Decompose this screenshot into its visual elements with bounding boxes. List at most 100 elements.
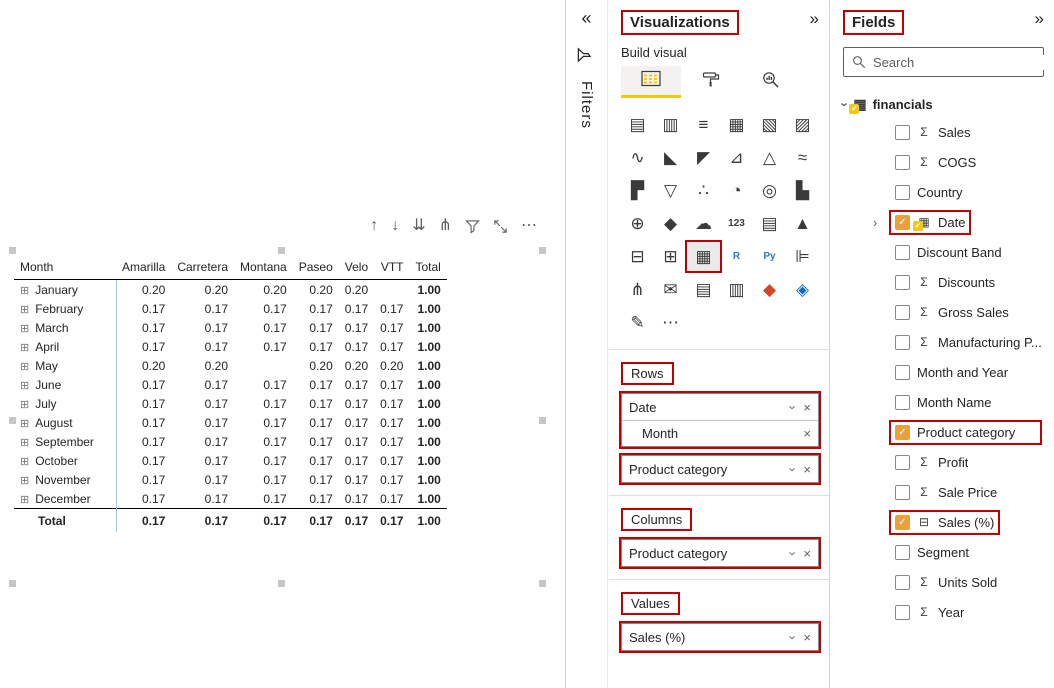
field-item-manufacturing-p[interactable]: Σ Manufacturing P...	[843, 327, 1044, 357]
matrix-column-header[interactable]: Total	[409, 254, 447, 280]
visual-type-paginated-report[interactable]: ▥	[720, 275, 753, 304]
matrix-cell[interactable]: 1.00	[409, 451, 446, 470]
visual-type-stacked-bar-chart[interactable]: ▤	[621, 110, 654, 139]
remove-field-icon[interactable]: ×	[803, 462, 811, 477]
row-expand-icon[interactable]: ⊞	[20, 399, 29, 411]
filter-funnel-icon[interactable]	[577, 47, 597, 63]
matrix-cell[interactable]: 0.17	[234, 451, 293, 470]
matrix-cell[interactable]: 0.17	[339, 432, 374, 451]
matrix-cell[interactable]: 0.20	[234, 280, 293, 300]
matrix-cell[interactable]: 0.17	[339, 470, 374, 489]
matrix-cell[interactable]: 0.17	[116, 337, 171, 356]
matrix-cell[interactable]: 0.17	[293, 299, 339, 318]
resize-handle[interactable]	[539, 417, 546, 424]
matrix-column-header[interactable]: Montana	[234, 254, 293, 280]
visual-type-stacked-area-chart[interactable]: ◤	[687, 143, 720, 172]
matrix-cell[interactable]: 0.17	[374, 299, 409, 318]
resize-handle[interactable]	[277, 247, 285, 254]
resize-handle[interactable]	[277, 580, 285, 587]
row-expand-icon[interactable]: ⊞	[20, 304, 29, 316]
matrix-cell[interactable]: 0.20	[374, 356, 409, 375]
matrix-column-header[interactable]: Velo	[338, 254, 375, 280]
matrix-cell[interactable]: 0.17	[374, 432, 409, 451]
matrix-cell[interactable]: 0.17	[171, 394, 234, 413]
matrix-cell[interactable]: 0.17	[339, 394, 374, 413]
matrix-total-cell[interactable]: 0.17	[292, 508, 339, 532]
visual-type-multi-row-card[interactable]: ▤	[753, 209, 786, 238]
visual-type-matrix[interactable]: ▦	[685, 240, 722, 273]
matrix-cell[interactable]: 0.17	[116, 375, 171, 394]
visual-type-stacked-column-chart[interactable]: ▥	[654, 110, 687, 139]
more-options-icon[interactable]: ⋯	[521, 218, 537, 234]
field-checkbox[interactable]	[895, 574, 910, 590]
remove-field-icon[interactable]: ×	[803, 546, 811, 561]
matrix-cell[interactable]: 0.17	[374, 451, 409, 470]
matrix-total-cell[interactable]: 0.17	[234, 508, 293, 532]
matrix-column-header[interactable]: Month	[14, 254, 116, 280]
matrix-cell[interactable]: 0.17	[234, 432, 293, 451]
field-checkbox[interactable]	[895, 184, 910, 200]
visual-type-ribbon-chart[interactable]: ≈	[786, 143, 819, 172]
matrix-cell[interactable]: 0.17	[374, 489, 409, 509]
visual-type-card[interactable]: 123	[720, 209, 753, 238]
matrix-visual[interactable]: ↑ ↓ ⇊ ⋔ ⋯ Month Amarilla Carretera Montana Paseo…	[9, 218, 546, 587]
matrix-cell[interactable]: 0.17	[171, 451, 234, 470]
matrix-column-header[interactable]: Paseo	[292, 254, 339, 280]
chevron-down-icon[interactable]: ›	[786, 467, 801, 471]
matrix-cell[interactable]: 1.00	[409, 375, 446, 394]
field-checkbox[interactable]: ✓	[895, 514, 910, 530]
filter-icon[interactable]	[465, 219, 480, 234]
field-item-segment[interactable]: Segment	[843, 537, 1044, 567]
remove-field-icon[interactable]: ×	[803, 426, 811, 441]
row-expand-icon[interactable]: ⊞	[20, 494, 29, 506]
matrix-cell[interactable]: 0.17	[293, 451, 339, 470]
remove-field-icon[interactable]: ×	[803, 630, 811, 645]
matrix-cell[interactable]: 0.17	[293, 489, 339, 509]
row-expand-icon[interactable]: ⊞	[20, 342, 29, 354]
matrix-cell[interactable]: 0.17	[234, 318, 293, 337]
field-item-gross-sales[interactable]: Σ Gross Sales	[843, 297, 1044, 327]
search-input[interactable]	[873, 54, 1049, 70]
matrix-cell[interactable]: 0.17	[116, 470, 171, 489]
field-checkbox[interactable]	[895, 394, 910, 410]
matrix-cell[interactable]: 0.20	[339, 356, 374, 375]
matrix-cell[interactable]: 0.20	[339, 280, 374, 300]
matrix-cell[interactable]: 0.17	[116, 413, 171, 432]
matrix-column-header[interactable]: Carretera	[171, 254, 235, 280]
field-item-cogs[interactable]: Σ COGS	[843, 147, 1044, 177]
matrix-total-cell[interactable]: 0.17	[171, 508, 235, 532]
visual-type-line-and-clustered-column-chart[interactable]: △	[753, 143, 786, 172]
chevron-down-icon[interactable]: ›	[786, 551, 801, 555]
visual-type-line-chart[interactable]: ∿	[621, 143, 654, 172]
field-item-month-name[interactable]: Month Name	[843, 387, 1044, 417]
matrix-cell[interactable]: 0.17	[234, 489, 293, 509]
field-item-discount-band[interactable]: Discount Band	[843, 237, 1044, 267]
visual-type-filled-map[interactable]: ◆	[654, 209, 687, 238]
matrix-total-cell[interactable]: 0.17	[374, 508, 410, 532]
matrix-cell[interactable]: 0.17	[374, 337, 409, 356]
matrix-cell[interactable]: 0.17	[293, 318, 339, 337]
resize-handle[interactable]	[9, 247, 16, 254]
visual-type-slicer[interactable]: ⊟	[621, 242, 654, 271]
field-checkbox[interactable]	[895, 604, 910, 620]
matrix-cell[interactable]: 0.17	[339, 413, 374, 432]
expand-all-down-icon[interactable]: ⇊	[412, 218, 425, 234]
matrix-row-header[interactable]: ⊞ April	[14, 337, 117, 356]
field-checkbox[interactable]	[895, 304, 910, 320]
matrix-cell[interactable]: 0.17	[374, 318, 409, 337]
visual-type-clustered-column-chart[interactable]: ▦	[720, 110, 753, 139]
filters-pane-label[interactable]: Filters	[578, 81, 595, 129]
field-checkbox[interactable]: ✓	[895, 214, 910, 230]
matrix-cell[interactable]: 0.17	[234, 375, 293, 394]
field-item-units-sold[interactable]: Σ Units Sold	[843, 567, 1044, 597]
matrix-cell[interactable]: 0.20	[116, 356, 171, 375]
visual-type-scatter-chart[interactable]: ∴	[687, 176, 720, 205]
matrix-cell[interactable]: 1.00	[409, 337, 446, 356]
field-checkbox[interactable]	[895, 454, 910, 470]
matrix-cell[interactable]: 0.17	[171, 299, 234, 318]
matrix-cell[interactable]: 0.17	[293, 375, 339, 394]
visual-type-qa[interactable]: ✉	[654, 275, 687, 304]
field-checkbox[interactable]	[895, 244, 910, 260]
visual-type-pie-chart[interactable]: ◔	[720, 176, 753, 205]
resize-handle[interactable]	[9, 417, 16, 424]
